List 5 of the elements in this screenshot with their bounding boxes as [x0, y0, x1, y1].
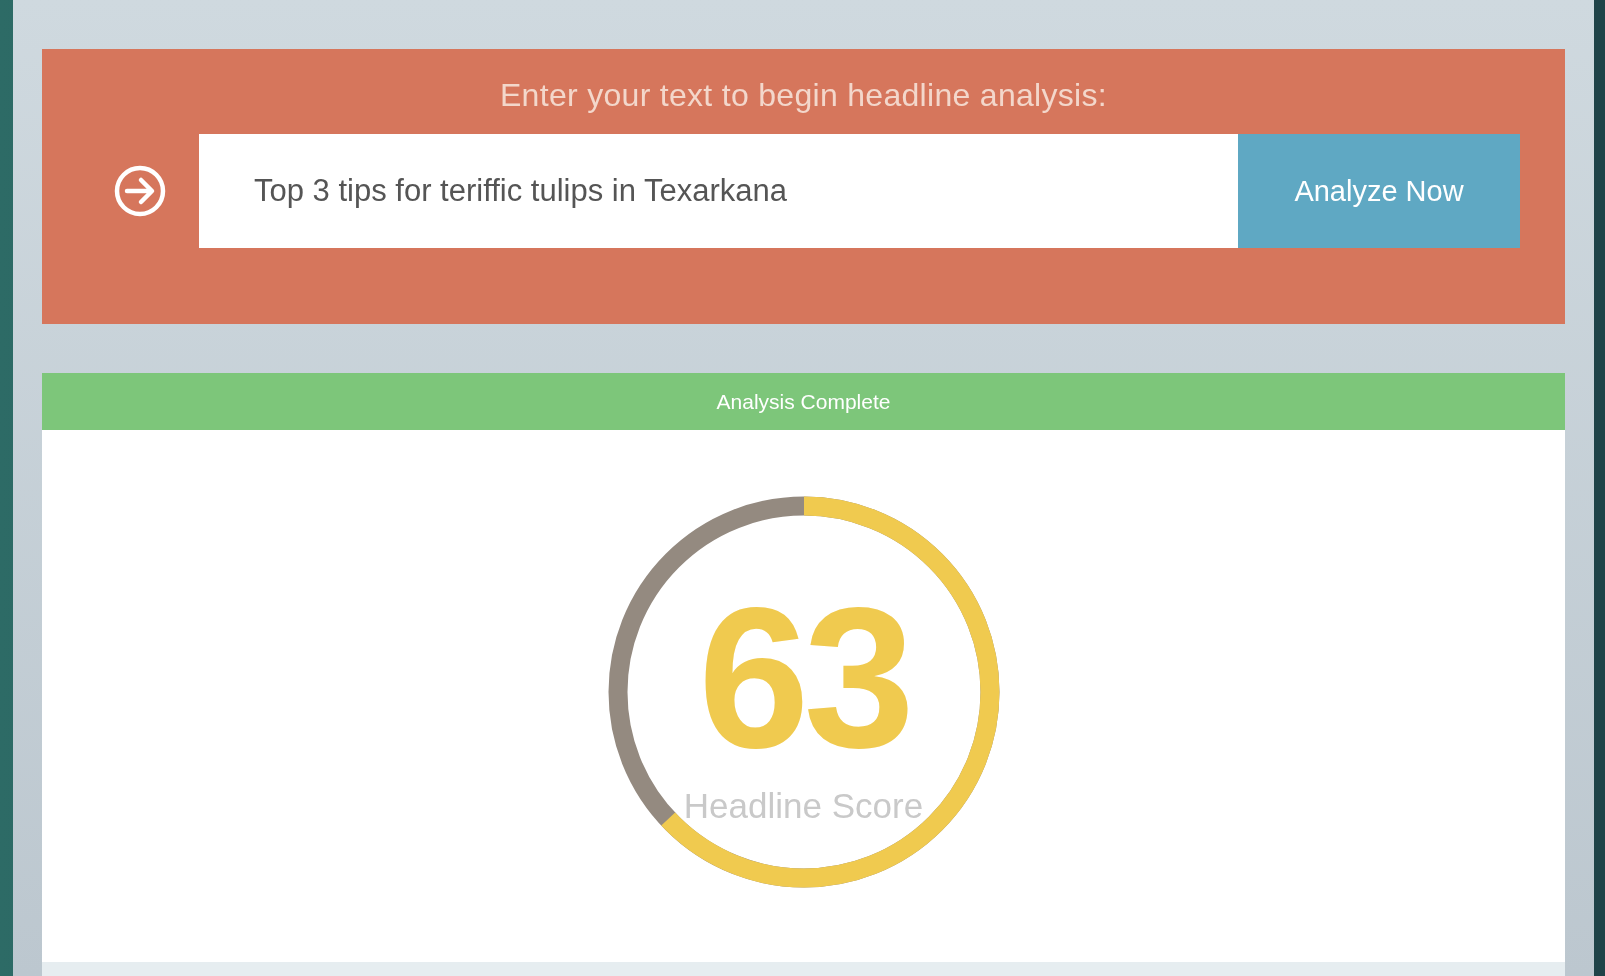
status-label: Analysis Complete: [716, 389, 891, 414]
score-value: 63: [698, 578, 909, 778]
arrow-circle-icon: [113, 164, 167, 218]
headline-input[interactable]: Top 3 tips for teriffic tulips in Texarkana: [199, 134, 1238, 248]
banner-prompt: Enter your text to begin headline analysis:: [498, 77, 1108, 114]
